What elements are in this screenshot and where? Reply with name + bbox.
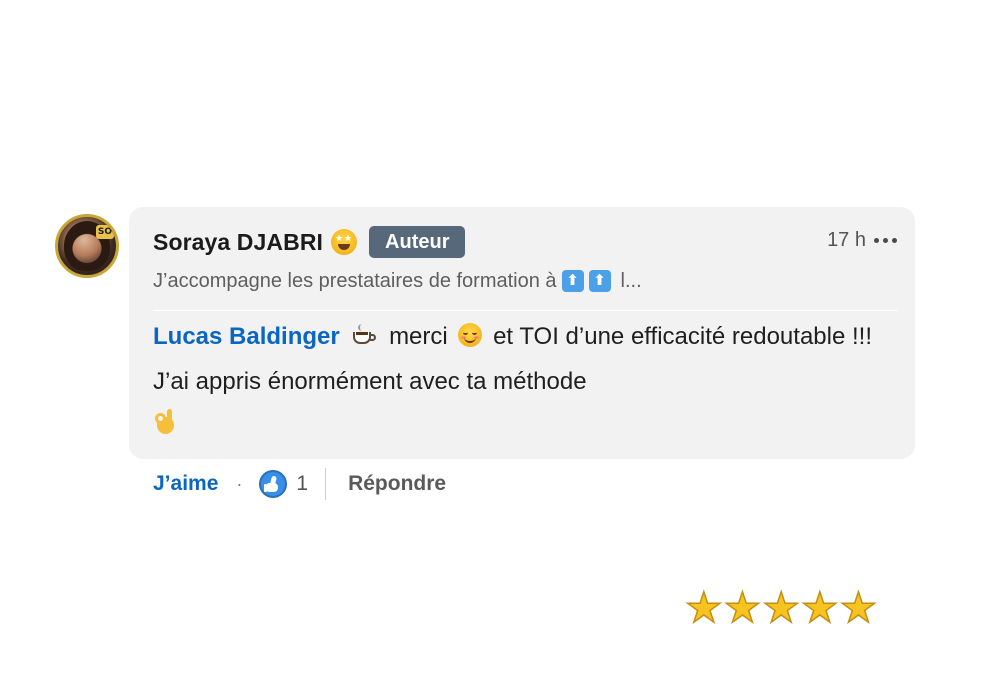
- comment-actions: J’aime · 1 Répondre: [153, 466, 446, 502]
- reply-button[interactable]: Répondre: [348, 472, 446, 496]
- like-reaction-icon[interactable]: [259, 470, 288, 498]
- comment-meta: 17 h: [827, 226, 897, 254]
- comment-body: Lucas Baldinger merci et TOI d’une effic…: [153, 314, 893, 449]
- star-icon: ★: [723, 583, 762, 632]
- author-badge: Auteur: [369, 226, 466, 258]
- page: SO Soraya DJABRI Auteur 17 h J’accompagn…: [0, 0, 983, 698]
- bubble-divider: [153, 310, 898, 311]
- reaction-count[interactable]: 1: [296, 472, 308, 496]
- separator-dot: ·: [236, 473, 243, 494]
- author-headline[interactable]: J’accompagne les prestataires de formati…: [153, 266, 642, 296]
- headline-truncation: l...: [620, 269, 642, 292]
- author-name[interactable]: Soraya DJABRI: [153, 229, 323, 256]
- coffee-icon: [350, 323, 378, 347]
- mention-link[interactable]: Lucas Baldinger: [153, 323, 340, 350]
- like-button[interactable]: J’aime: [153, 472, 218, 496]
- star-icon: ★: [684, 583, 723, 632]
- ok-hand-icon: [153, 409, 179, 437]
- comment-author-row: Soraya DJABRI Auteur: [153, 224, 466, 260]
- more-dot: [874, 237, 879, 243]
- star-icon: ★: [839, 583, 878, 632]
- avatar-badge: SO: [96, 225, 114, 239]
- up-arrow-icon: ⬆: [588, 270, 611, 292]
- headline-text: J’accompagne les prestataires de formati…: [153, 269, 557, 292]
- smiling-face-icon: [458, 323, 483, 347]
- star-rating: ★ ★ ★ ★ ★: [684, 583, 878, 632]
- more-dot: [883, 237, 888, 243]
- star-icon: ★: [762, 583, 801, 632]
- up-arrow-icon: ⬆: [561, 270, 584, 292]
- star-icon: ★: [800, 583, 839, 632]
- star-struck-face-icon: [331, 229, 358, 255]
- comment-timestamp: 17 h: [827, 228, 866, 251]
- author-avatar[interactable]: SO: [55, 214, 119, 278]
- comment-text-part-1: merci: [389, 323, 448, 350]
- more-dot: [892, 237, 897, 243]
- more-options-icon[interactable]: [874, 237, 897, 243]
- action-divider: [325, 468, 327, 500]
